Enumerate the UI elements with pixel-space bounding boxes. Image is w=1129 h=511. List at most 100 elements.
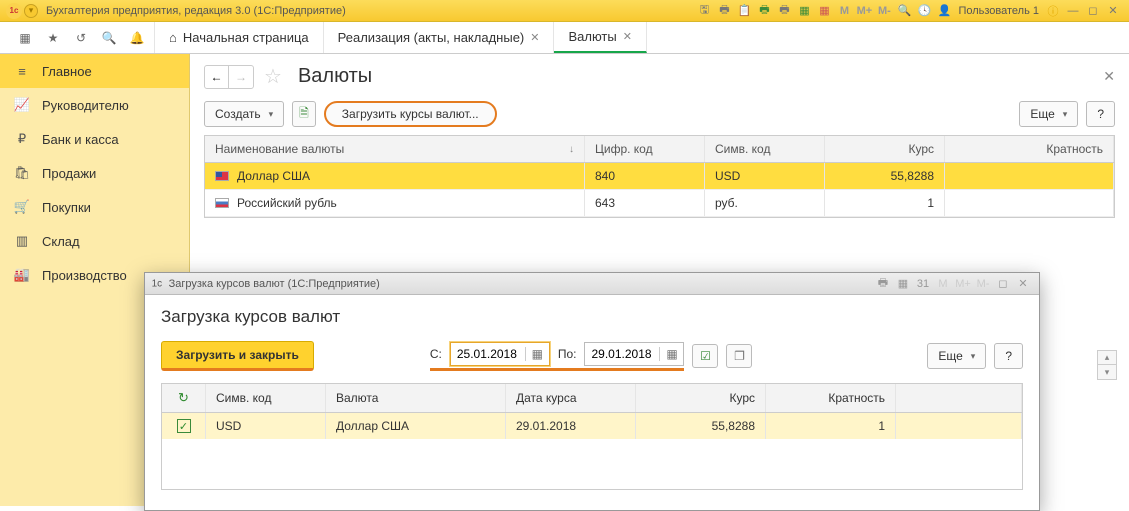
tab-currencies[interactable]: Валюты ✕ [554, 22, 646, 53]
sidebar-item-director[interactable]: 📈Руководителю [0, 88, 189, 122]
info-icon[interactable]: ⓘ [1043, 3, 1063, 19]
sidebar-item-sales[interactable]: 🛍Продажи [0, 156, 189, 190]
col-mult[interactable]: Кратность [945, 136, 1114, 162]
sidebar-item-label: Производство [42, 268, 127, 283]
star-icon[interactable]: ★ [44, 29, 62, 47]
sidebar-item-main[interactable]: ≡Главное [0, 54, 189, 88]
apps-icon[interactable]: ▦ [16, 29, 34, 47]
date-to-input[interactable]: ▦ [584, 342, 684, 366]
create-button[interactable]: Создать [204, 101, 284, 127]
dialog-table: ↻ Симв. код Валюта Дата курса Курс Кратн… [161, 383, 1023, 490]
col-date[interactable]: Дата курса [506, 384, 636, 412]
bell-icon[interactable]: 🔔 [128, 29, 146, 47]
tab-bar: ▦ ★ ↺ 🔍 🔔 ⌂ Начальная страница Реализаци… [0, 22, 1129, 54]
more-button-label: Еще [1030, 107, 1054, 121]
calc-icon[interactable]: ▦ [893, 277, 913, 290]
sidebar-item-purchases[interactable]: 🛒Покупки [0, 190, 189, 224]
page-close[interactable]: ✕ [1103, 68, 1115, 85]
tab-home-label: Начальная страница [183, 30, 309, 45]
print-icon[interactable]: 🖶 [873, 274, 893, 293]
table-row[interactable]: Доллар США 840 USD 55,8288 [205, 163, 1114, 190]
dialog-help-button[interactable]: ? [994, 343, 1023, 369]
sidebar-item-label: Главное [42, 64, 92, 79]
calendar-icon[interactable]: 31 [913, 278, 933, 290]
help-button[interactable]: ? [1086, 101, 1115, 127]
save-icon[interactable]: 🖫 [694, 3, 714, 19]
print-icon[interactable]: 🖶 [714, 3, 734, 19]
dialog-more-button[interactable]: Еще [927, 343, 986, 369]
zoom-m[interactable]: M [933, 278, 953, 290]
check-all-button[interactable]: ☑ [692, 344, 718, 368]
calendar-icon[interactable]: ▦ [525, 347, 549, 361]
load-rates-button[interactable]: Загрузить курсы валют... [324, 101, 497, 127]
search-icon[interactable]: 🔍 [100, 29, 118, 47]
dialog-close[interactable]: ✕ [1013, 277, 1033, 290]
scroll-down[interactable]: ▾ [1098, 365, 1116, 379]
copy-button[interactable]: ❐ [726, 344, 752, 368]
calendar-icon[interactable]: ▦ [659, 347, 683, 361]
nav-back[interactable]: ← [205, 66, 229, 88]
dialog-win-title: Загрузка курсов валют (1С:Предприятие) [169, 278, 380, 290]
dialog-restore[interactable]: ◻ [993, 277, 1013, 290]
table-row[interactable]: Российский рубль 643 руб. 1 [205, 190, 1114, 217]
col-check[interactable]: ↻ [162, 384, 206, 412]
col-val[interactable]: Валюта [326, 384, 506, 412]
cell-rate: 55,8288 [825, 163, 945, 189]
time-icon[interactable]: 🕓 [914, 3, 934, 19]
col-sym[interactable]: Симв. код [705, 136, 825, 162]
factory-icon: 🏭 [14, 267, 30, 283]
currency-table: Наименование валюты↓ Цифр. код Симв. код… [204, 135, 1115, 218]
more-button[interactable]: Еще [1019, 101, 1078, 127]
magnifier-icon[interactable]: 🔍 [894, 3, 914, 19]
close-icon[interactable]: ✕ [623, 30, 632, 43]
scroll-up[interactable]: ▴ [1098, 351, 1116, 365]
date-from-field[interactable] [451, 347, 525, 361]
tab-realization[interactable]: Реализация (акты, накладные) ✕ [324, 22, 555, 53]
window-minimize[interactable]: — [1063, 3, 1083, 19]
window-close[interactable]: ✕ [1103, 3, 1123, 19]
load-rates-label: Загрузить курсы валют... [342, 107, 479, 121]
zoom-mminus[interactable]: M- [973, 278, 993, 290]
bag-icon: 🛍 [14, 165, 30, 181]
flag-ru-icon [215, 198, 229, 208]
calc-icon[interactable]: ▦ [794, 3, 814, 19]
col-name[interactable]: Наименование валюты↓ [205, 136, 585, 162]
print3-icon[interactable]: 🖶 [774, 3, 794, 19]
print2-icon[interactable]: 🖶 [754, 3, 774, 19]
col-mult[interactable]: Кратность [766, 384, 896, 412]
nav-back-forward: ← → [204, 65, 254, 89]
tab-realization-label: Реализация (акты, накладные) [338, 30, 525, 45]
zoom-mminus[interactable]: M- [874, 3, 894, 19]
close-icon[interactable]: ✕ [530, 31, 539, 44]
row-checkbox[interactable]: ✓ [177, 419, 191, 433]
col-num[interactable]: Цифр. код [585, 136, 705, 162]
date-from-input[interactable]: ▦ [450, 342, 550, 366]
from-label: С: [430, 347, 442, 361]
col-rate[interactable]: Курс [825, 136, 945, 162]
sidebar-item-bank[interactable]: ₽Банк и касса [0, 122, 189, 156]
sidebar-item-warehouse[interactable]: ▥Склад [0, 224, 189, 258]
clipboard-icon[interactable]: 📋 [734, 3, 754, 19]
table-row[interactable]: ✓ USD Доллар США 29.01.2018 55,8288 1 [162, 413, 1022, 439]
zoom-mplus[interactable]: M+ [953, 278, 973, 290]
flag-us-icon [215, 171, 229, 181]
window-restore[interactable]: ◻ [1083, 3, 1103, 19]
favorite-star-icon[interactable]: ☆ [264, 64, 282, 89]
tab-home[interactable]: ⌂ Начальная страница [154, 22, 324, 53]
dropdown-icon[interactable]: ▾ [24, 4, 38, 18]
user-name[interactable]: Пользователь 1 [958, 5, 1039, 17]
cell-val: Доллар США [326, 413, 506, 439]
boxes-icon: ▥ [14, 233, 30, 249]
calendar-icon[interactable]: ▦ [814, 3, 834, 19]
zoom-m[interactable]: M [834, 3, 854, 19]
zoom-mplus[interactable]: M+ [854, 3, 874, 19]
load-and-close-button[interactable]: Загрузить и закрыть [161, 341, 314, 371]
nav-forward[interactable]: → [229, 66, 253, 88]
date-to-field[interactable] [585, 347, 659, 361]
history-icon[interactable]: ↺ [72, 29, 90, 47]
col-rate[interactable]: Курс [636, 384, 766, 412]
cart-icon: 🛒 [14, 199, 30, 215]
cell-name: Доллар США [237, 169, 310, 183]
refresh-button[interactable]: 🗎 [292, 101, 316, 127]
col-sym[interactable]: Симв. код [206, 384, 326, 412]
